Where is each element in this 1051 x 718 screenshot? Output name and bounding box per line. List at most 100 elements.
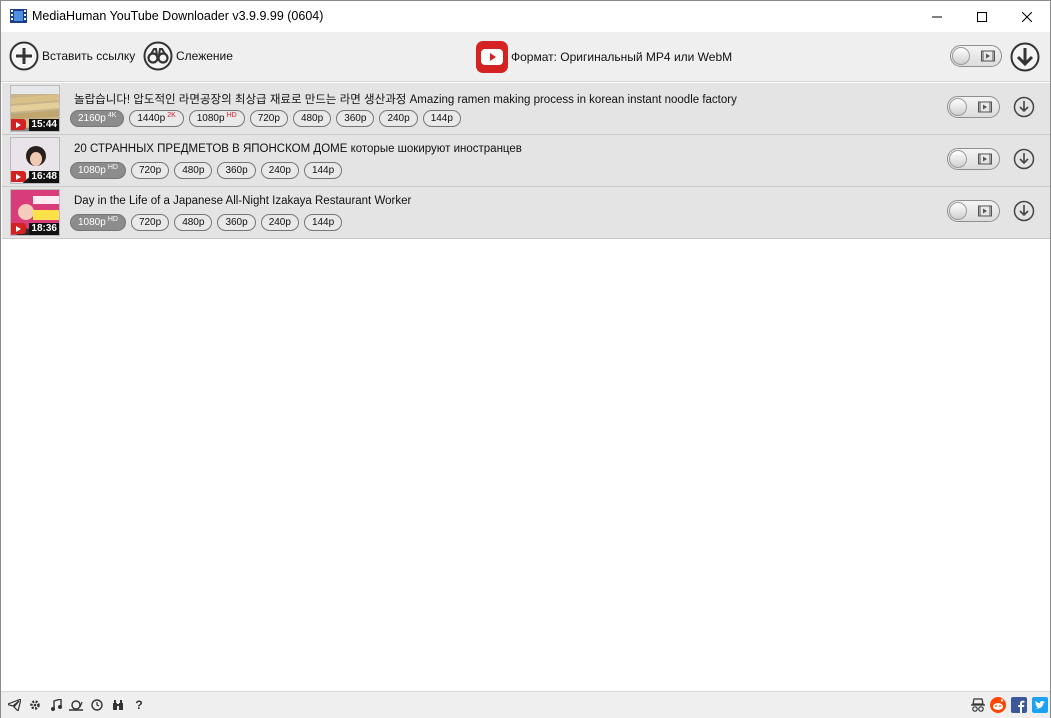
close-button[interactable]: [1004, 1, 1050, 32]
quality-badge: HD: [226, 112, 237, 119]
quality-chip[interactable]: 144p: [303, 214, 343, 231]
youtube-badge-icon: [11, 223, 26, 234]
toggle-knob: [949, 150, 967, 168]
twitter-icon[interactable]: [1032, 697, 1048, 713]
quality-chip[interactable]: 240p: [379, 110, 418, 127]
maximize-button[interactable]: [959, 1, 1005, 32]
download-circle-icon: [1010, 42, 1040, 72]
gear-icon[interactable]: [28, 698, 42, 712]
quality-label: 1080p: [78, 165, 106, 176]
quality-chip[interactable]: 1080p HD: [70, 214, 126, 231]
video-duration: 18:36: [29, 223, 59, 235]
video-file-icon: [978, 153, 992, 165]
quality-label: 480p: [182, 165, 205, 176]
video-thumbnail: 18:36: [10, 189, 60, 236]
quality-badge: 2K: [167, 112, 176, 119]
app-window: MediaHuman YouTube Downloader v3.9.9.99 …: [0, 0, 1051, 718]
quality-chip[interactable]: 2160p 4K: [70, 110, 125, 127]
quality-chip[interactable]: 360p: [217, 162, 256, 179]
tracking-button[interactable]: Слежение: [143, 41, 233, 71]
quality-label: 240p: [387, 113, 410, 124]
quality-chip[interactable]: 720p: [130, 214, 170, 231]
video-thumbnail: 16:48: [10, 137, 60, 184]
close-icon: [1022, 11, 1032, 22]
quality-chip[interactable]: 1080p HD: [188, 110, 245, 127]
quality-chip[interactable]: 1440p 2K: [129, 110, 184, 127]
quality-chip[interactable]: 720p: [249, 110, 288, 127]
quality-chip[interactable]: 144p: [422, 110, 461, 127]
incognito-icon[interactable]: [970, 697, 986, 713]
video-row[interactable]: 16:48 20 СТРАННЫХ ПРЕДМЕТОВ В ЯПОНСКОМ Д…: [2, 135, 1050, 187]
download-all-button[interactable]: [1010, 42, 1040, 75]
download-button[interactable]: [1013, 200, 1035, 225]
quality-badge: HD: [107, 216, 118, 223]
quality-options: 1080p HD 720p 480p 360p 240p 144p: [70, 162, 343, 179]
download-button[interactable]: [1013, 96, 1035, 121]
status-bar: ?: [1, 691, 1050, 718]
app-film-icon: [10, 9, 27, 23]
quality-chip[interactable]: 240p: [260, 214, 299, 231]
video-duration: 16:48: [29, 171, 59, 183]
facebook-icon[interactable]: [1011, 697, 1027, 713]
quality-label: 240p: [268, 165, 291, 176]
download-icon: [1013, 200, 1035, 222]
maximize-icon: [977, 11, 987, 22]
quality-label: 144p: [311, 165, 335, 176]
paste-link-button[interactable]: Вставить ссылку: [9, 41, 135, 71]
plus-circle-icon: [9, 41, 39, 71]
quality-chip[interactable]: 360p: [217, 214, 256, 231]
paste-link-label: Вставить ссылку: [42, 49, 136, 63]
youtube-badge-icon: [11, 171, 26, 182]
quality-options: 2160p 4K 1440p 2K 1080p HD 720p 480p 360p 2…: [70, 110, 461, 127]
quality-chip[interactable]: 480p: [174, 214, 213, 231]
music-note-icon[interactable]: [49, 698, 63, 712]
quality-label: 240p: [268, 217, 291, 228]
video-format-toggle[interactable]: [947, 96, 1000, 118]
quality-label: 144p: [430, 113, 453, 124]
quality-chip[interactable]: 240p: [260, 162, 299, 179]
snail-icon[interactable]: [69, 698, 83, 712]
toggle-knob: [952, 47, 970, 65]
video-title: Day in the Life of a Japanese All-Night …: [74, 195, 412, 207]
youtube-badge-icon: [11, 119, 26, 130]
quality-chip[interactable]: 480p: [292, 110, 332, 127]
quality-label: 1080p: [196, 113, 225, 124]
quality-label: 1440p: [137, 113, 166, 124]
video-list: 15:44 놀랍습니다! 압도적인 라면공장의 최상급 재료로 만드는 라면 생…: [2, 83, 1050, 239]
video-format-toggle[interactable]: [947, 200, 1000, 222]
video-file-icon: [978, 101, 992, 113]
quality-chip[interactable]: 144p: [303, 162, 343, 179]
format-label: Формат: Оригинальный MP4 или WebM: [511, 50, 733, 64]
video-row[interactable]: 15:44 놀랍습니다! 압도적인 라면공장의 최상급 재료로 만드는 라면 생…: [2, 83, 1050, 135]
quality-label: 720p: [138, 217, 162, 228]
minimize-button[interactable]: [914, 1, 960, 32]
toggle-knob: [949, 202, 967, 220]
quality-label: 480p: [182, 217, 205, 228]
quality-label: 360p: [225, 217, 248, 228]
global-video-toggle[interactable]: [950, 45, 1002, 67]
telegram-icon[interactable]: [7, 698, 21, 712]
video-format-toggle[interactable]: [947, 148, 1000, 170]
format-button[interactable]: Формат: Оригинальный MP4 или WebM: [476, 41, 732, 73]
quality-chip[interactable]: 720p: [130, 162, 170, 179]
quality-label: 360p: [344, 113, 367, 124]
quality-chip[interactable]: 360p: [336, 110, 375, 127]
toggle-knob: [949, 98, 967, 116]
quality-chip[interactable]: 480p: [174, 162, 213, 179]
reddit-icon[interactable]: [990, 697, 1006, 713]
quality-chip[interactable]: 1080p HD: [70, 162, 126, 179]
help-icon[interactable]: ?: [132, 698, 146, 712]
binoculars-icon[interactable]: [111, 698, 125, 712]
tracking-label: Слежение: [176, 49, 233, 63]
quality-label: 360p: [225, 165, 248, 176]
quality-label: 144p: [311, 217, 335, 228]
quality-label: 720p: [138, 165, 162, 176]
quality-label: 2160p: [78, 113, 106, 124]
video-file-icon: [981, 50, 995, 62]
quality-label: 480p: [300, 113, 324, 124]
download-button[interactable]: [1013, 148, 1035, 173]
video-row[interactable]: 18:36 Day in the Life of a Japanese All-…: [2, 187, 1050, 239]
title-bar: MediaHuman YouTube Downloader v3.9.9.99 …: [1, 1, 1050, 32]
quality-badge: HD: [107, 164, 118, 171]
clock-icon[interactable]: [90, 698, 104, 712]
